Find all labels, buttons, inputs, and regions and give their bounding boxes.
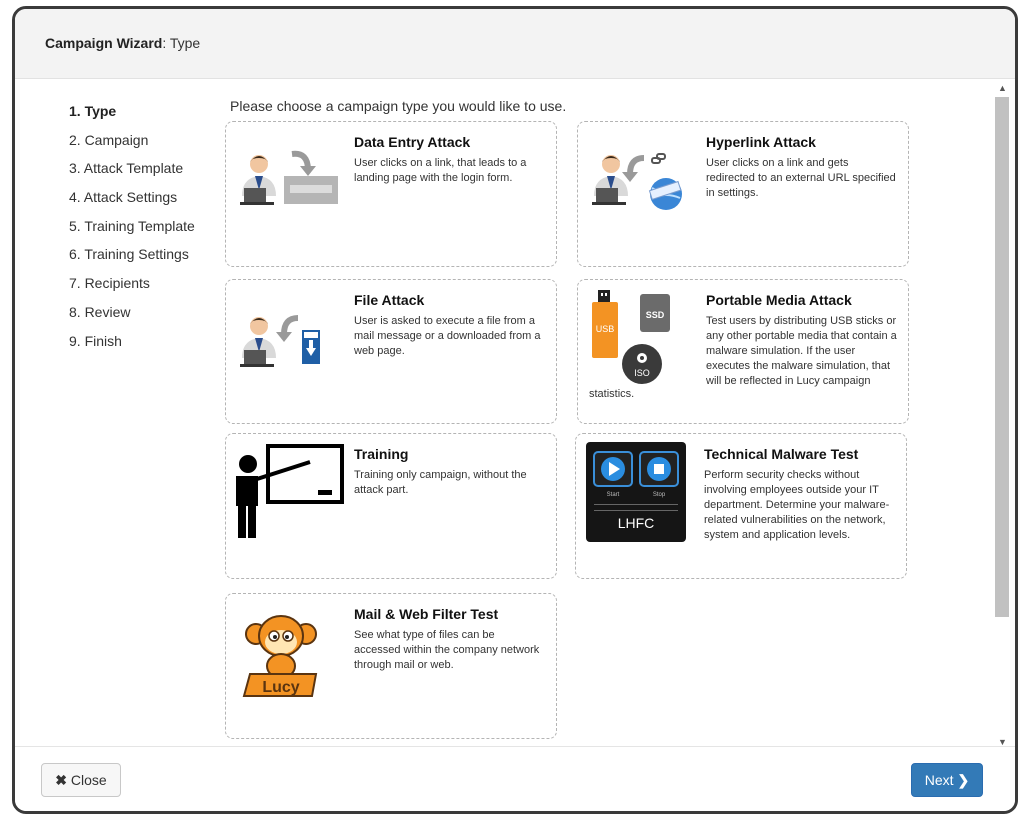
card-title: Mail & Web Filter Test: [354, 606, 499, 622]
card-training[interactable]: Training Training only campaign, without…: [225, 433, 557, 579]
dialog-title-bold: Campaign Wizard: [45, 35, 163, 51]
wizard-steps: 1. Type 2. Campaign 3. Attack Template 4…: [69, 102, 195, 360]
file-attack-icon: [240, 315, 320, 367]
card-title: Technical Malware Test: [704, 446, 859, 462]
card-description: User is asked to execute a file from a m…: [354, 315, 541, 357]
step-training-template[interactable]: 5. Training Template: [69, 217, 195, 246]
next-button-label: Next: [924, 771, 954, 788]
scrollbar-thumb[interactable]: [995, 97, 1009, 617]
card-mail-web-filter-test[interactable]: Lucy Mail & Web Filter Test See what typ…: [225, 593, 557, 739]
card-description: See what type of files can be accessed w…: [354, 629, 540, 671]
lhfc-icon: Start Stop LHFC: [586, 442, 686, 542]
training-icon: [236, 444, 344, 538]
step-attack-template[interactable]: 3. Attack Template: [69, 159, 195, 188]
dialog-footer: ✖ Close Next ❯: [15, 746, 1015, 811]
dialog-title-rest: : Type: [162, 35, 201, 51]
card-title: Training: [354, 446, 409, 462]
step-finish[interactable]: 9. Finish: [69, 332, 195, 361]
card-description: Perform security checks without involvin…: [704, 469, 890, 541]
step-recipients[interactable]: 7. Recipients: [69, 274, 195, 303]
step-campaign[interactable]: 2. Campaign: [69, 131, 195, 160]
portable-media-icon: USB SSD ISO: [592, 290, 670, 384]
chevron-right-icon: ❯: [957, 771, 970, 788]
step-review[interactable]: 8. Review: [69, 303, 195, 332]
card-hyperlink-attack[interactable]: Hyperlink Attack User clicks on a link a…: [577, 121, 909, 267]
iso-label: ISO: [634, 368, 650, 378]
card-description-tail: statistics.: [589, 388, 635, 400]
data-entry-icon: [240, 150, 338, 205]
stop-label: Stop: [653, 492, 666, 498]
intro-text: Please choose a campaign type you would …: [230, 98, 567, 114]
card-description: Training only campaign, without the atta…: [354, 469, 527, 496]
card-file-attack[interactable]: File Attack User is asked to execute a f…: [225, 279, 557, 424]
campaign-wizard-dialog: Campaign Wizard: Type 1. Type 2. Campaig…: [12, 6, 1018, 814]
scroll-up-icon[interactable]: ▲: [998, 83, 1007, 93]
card-title: Data Entry Attack: [354, 134, 471, 150]
card-title: Portable Media Attack: [706, 292, 852, 308]
content-scrollbar[interactable]: ▲ ▼: [995, 81, 1009, 751]
card-title: Hyperlink Attack: [706, 134, 816, 150]
lhfc-brand-label: LHFC: [618, 515, 655, 531]
step-attack-settings[interactable]: 4. Attack Settings: [69, 188, 195, 217]
card-portable-media-attack[interactable]: USB SSD ISO Portable Media Attack Test u…: [577, 279, 909, 424]
close-icon: ✖: [55, 771, 68, 788]
card-description: User clicks on a link, that leads to a l…: [354, 157, 527, 184]
step-training-settings[interactable]: 6. Training Settings: [69, 245, 195, 274]
card-description: User clicks on a link and gets redirecte…: [706, 157, 896, 199]
hyperlink-icon: [592, 153, 682, 210]
next-button[interactable]: Next ❯: [911, 763, 983, 797]
card-description: Test users by distributing USB sticks or…: [706, 315, 897, 387]
dialog-header: Campaign Wizard: Type: [15, 9, 1015, 79]
lucy-mascot-icon: Lucy: [242, 615, 318, 697]
card-title: File Attack: [354, 292, 425, 308]
start-label: Start: [607, 492, 620, 498]
close-button[interactable]: ✖ Close: [41, 763, 121, 797]
ssd-label: SSD: [646, 310, 665, 320]
usb-label: USB: [596, 324, 615, 334]
close-button-label: Close: [70, 771, 107, 788]
lucy-brand-label: Lucy: [262, 679, 299, 696]
card-data-entry-attack[interactable]: Data Entry Attack User clicks on a link,…: [225, 121, 557, 267]
card-technical-malware-test[interactable]: Start Stop LHFC Technical Malware Test P…: [575, 433, 907, 579]
step-type[interactable]: 1. Type: [69, 102, 195, 131]
